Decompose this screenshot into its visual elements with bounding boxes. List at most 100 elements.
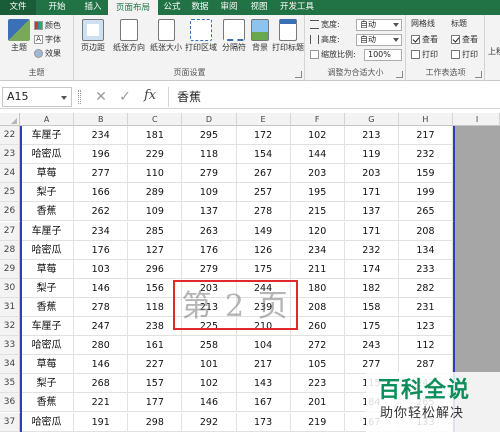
number-cell[interactable]: 134 [398, 240, 453, 260]
row-header[interactable]: 28 [0, 240, 20, 260]
number-cell[interactable]: 234 [74, 221, 129, 241]
number-cell[interactable]: 182 [344, 278, 399, 298]
number-cell[interactable]: 119 [344, 145, 399, 165]
number-cell[interactable]: 109 [182, 183, 237, 203]
row-header[interactable]: 25 [0, 183, 20, 203]
number-cell[interactable]: 159 [398, 164, 453, 184]
number-cell[interactable]: 201 [290, 393, 345, 413]
number-cell[interactable]: 146 [182, 393, 237, 413]
number-cell[interactable]: 196 [74, 145, 129, 165]
fruit-name-cell[interactable]: 香蕉 [20, 202, 75, 222]
number-cell[interactable]: 279 [182, 259, 237, 279]
number-cell[interactable]: 258 [182, 336, 237, 356]
number-cell[interactable]: 176 [182, 240, 237, 260]
number-cell[interactable]: 223 [290, 374, 345, 394]
insert-function-icon[interactable]: fx [144, 88, 156, 103]
number-cell[interactable]: 257 [236, 183, 291, 203]
number-cell[interactable]: 282 [398, 278, 453, 298]
print-titles-button[interactable]: 打印标题 [271, 19, 305, 63]
row-header[interactable]: 30 [0, 278, 20, 298]
fruit-name-cell[interactable]: 车厘子 [20, 126, 75, 146]
fruit-name-cell[interactable]: 草莓 [20, 355, 75, 375]
number-cell[interactable]: 102 [182, 374, 237, 394]
print-area-button[interactable]: 打印区域 [183, 19, 219, 63]
theme-effects-button[interactable]: 效果 [34, 47, 61, 60]
fruit-name-cell[interactable]: 哈密瓜 [20, 145, 75, 165]
number-cell[interactable]: 285 [128, 221, 183, 241]
number-cell[interactable]: 195 [290, 183, 345, 203]
number-cell[interactable]: 180 [290, 278, 345, 298]
row-header[interactable]: 32 [0, 317, 20, 337]
number-cell[interactable]: 146 [74, 355, 129, 375]
fruit-name-cell[interactable]: 梨子 [20, 374, 75, 394]
fruit-name-cell[interactable]: 梨子 [20, 183, 75, 203]
fruit-name-cell[interactable]: 哈密瓜 [20, 336, 75, 356]
number-cell[interactable]: 260 [290, 317, 345, 337]
number-cell[interactable]: 171 [344, 183, 399, 203]
fruit-name-cell[interactable]: 草莓 [20, 164, 75, 184]
tab-review[interactable]: 审阅 [214, 0, 244, 15]
column-header-g[interactable]: G [345, 113, 399, 126]
scale-input[interactable]: 100% [364, 49, 402, 61]
width-select[interactable]: 自动 [356, 19, 402, 31]
row-header[interactable]: 22 [0, 126, 20, 146]
number-cell[interactable]: 166 [74, 183, 129, 203]
number-cell[interactable]: 262 [74, 202, 129, 222]
cancel-icon[interactable]: ✕ [92, 88, 110, 106]
themes-button[interactable]: 主题 [3, 19, 35, 63]
column-header-i[interactable]: I [455, 113, 500, 126]
formula-bar-grip[interactable] [78, 90, 81, 104]
orientation-button[interactable]: 纸张方向 [111, 19, 147, 63]
number-cell[interactable]: 203 [344, 164, 399, 184]
gridlines-view-checkbox[interactable]: 查看 [411, 33, 438, 46]
fruit-name-cell[interactable]: 哈密瓜 [20, 240, 75, 260]
row-header[interactable]: 35 [0, 374, 20, 394]
number-cell[interactable]: 161 [128, 336, 183, 356]
row-header[interactable]: 33 [0, 336, 20, 356]
tab-view[interactable]: 视图 [244, 0, 274, 15]
number-cell[interactable]: 272 [290, 336, 345, 356]
row-header[interactable]: 31 [0, 297, 20, 317]
name-box[interactable]: A15 [2, 87, 72, 107]
height-select[interactable]: 自动 [356, 34, 402, 46]
number-cell[interactable]: 167 [236, 393, 291, 413]
row-header[interactable]: 23 [0, 145, 20, 165]
number-cell[interactable]: 149 [236, 221, 291, 241]
fruit-name-cell[interactable]: 草莓 [20, 259, 75, 279]
number-cell[interactable]: 265 [398, 202, 453, 222]
number-cell[interactable]: 296 [128, 259, 183, 279]
number-cell[interactable]: 177 [128, 393, 183, 413]
fruit-name-cell[interactable]: 车厘子 [20, 221, 75, 241]
number-cell[interactable]: 280 [74, 336, 129, 356]
number-cell[interactable]: 137 [182, 202, 237, 222]
bring-forward-button[interactable]: 上移 [488, 45, 500, 58]
number-cell[interactable]: 172 [236, 126, 291, 146]
number-cell[interactable]: 263 [182, 221, 237, 241]
number-cell[interactable]: 278 [236, 202, 291, 222]
number-cell[interactable]: 144 [290, 145, 345, 165]
number-cell[interactable]: 127 [128, 240, 183, 260]
column-header-f[interactable]: F [291, 113, 345, 126]
number-cell[interactable]: 104 [236, 336, 291, 356]
number-cell[interactable]: 143 [236, 374, 291, 394]
number-cell[interactable]: 181 [128, 126, 183, 146]
formula-input[interactable]: 香蕉 [168, 87, 498, 107]
number-cell[interactable]: 221 [74, 393, 129, 413]
number-cell[interactable]: 137 [344, 202, 399, 222]
number-cell[interactable]: 157 [128, 374, 183, 394]
number-cell[interactable]: 219 [290, 412, 345, 432]
row-header[interactable]: 29 [0, 259, 20, 279]
number-cell[interactable]: 211 [290, 259, 345, 279]
number-cell[interactable]: 247 [74, 317, 129, 337]
number-cell[interactable]: 227 [128, 355, 183, 375]
number-cell[interactable]: 289 [128, 183, 183, 203]
row-header[interactable]: 24 [0, 164, 20, 184]
number-cell[interactable]: 278 [74, 297, 129, 317]
number-cell[interactable]: 217 [398, 126, 453, 146]
number-cell[interactable]: 279 [182, 164, 237, 184]
theme-colors-button[interactable]: 颜色 [34, 19, 61, 32]
number-cell[interactable]: 229 [128, 145, 183, 165]
number-cell[interactable]: 109 [128, 202, 183, 222]
scale-launcher-icon[interactable] [396, 71, 403, 78]
background-button[interactable]: 背景 [249, 19, 271, 63]
